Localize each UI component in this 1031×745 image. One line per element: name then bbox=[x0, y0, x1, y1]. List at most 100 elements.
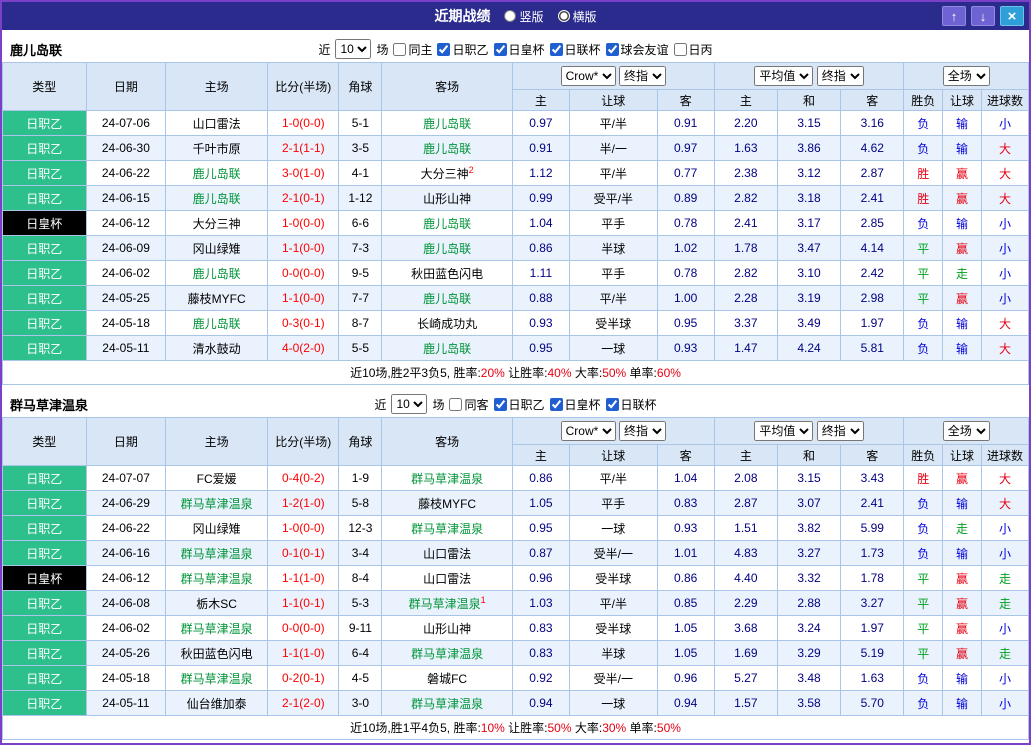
league-checkbox-input[interactable] bbox=[673, 42, 687, 56]
euro-away-odds-cell: 2.98 bbox=[840, 285, 905, 311]
asian-home-odds-cell: 0.92 bbox=[511, 665, 570, 691]
same-venue-checkbox[interactable]: 同主 bbox=[393, 41, 432, 58]
games-label: 场 bbox=[376, 42, 389, 57]
handicap-result-cell: 输 bbox=[942, 540, 982, 566]
league-checkbox-日职乙[interactable]: 日职乙 bbox=[437, 41, 489, 58]
horizontal-radio-input[interactable] bbox=[557, 10, 570, 22]
move-up-button[interactable]: ↑ bbox=[942, 6, 966, 26]
euro-away-odds-cell: 5.81 bbox=[840, 335, 905, 361]
league-checkbox-input[interactable] bbox=[437, 42, 451, 56]
subcol-euro-away: 客 bbox=[840, 444, 905, 466]
team-label: 鹿儿岛联 bbox=[192, 191, 241, 206]
vertical-radio-input[interactable] bbox=[504, 10, 517, 22]
layout-vertical-radio[interactable]: 竖版 bbox=[504, 8, 544, 25]
same-venue-checkbox-input[interactable] bbox=[393, 42, 407, 56]
subcol-euro-draw: 和 bbox=[776, 444, 842, 466]
home-team-cell: 群马草津温泉 bbox=[165, 615, 269, 641]
asian-odds-group: Crow* 终指 bbox=[511, 62, 715, 90]
euro-away-odds-cell: 2.41 bbox=[840, 490, 905, 516]
horizontal-radio-label: 横版 bbox=[572, 9, 597, 24]
league-checkbox-input[interactable] bbox=[493, 397, 507, 411]
date-cell: 24-06-29 bbox=[85, 490, 167, 516]
league-checkbox-日皇杯[interactable]: 日皇杯 bbox=[493, 41, 545, 58]
match-scope-select[interactable]: 全场 bbox=[942, 421, 990, 441]
subcol-euro-home: 主 bbox=[713, 89, 778, 111]
away-team-cell: 秋田蓝色闪电 bbox=[381, 260, 513, 286]
result-cell: 负 bbox=[903, 515, 944, 541]
asian-away-odds-cell: 0.93 bbox=[656, 335, 715, 361]
euro-odds-stage-select[interactable]: 终指 bbox=[816, 66, 864, 86]
score-cell: 1-1(0-1) bbox=[267, 590, 340, 616]
euro-draw-odds-cell: 2.88 bbox=[776, 590, 842, 616]
goals-cell: 小 bbox=[980, 690, 1029, 716]
euro-odds-group: 平均值 终指 bbox=[713, 62, 905, 90]
same-venue-checkbox[interactable]: 同客 bbox=[449, 396, 489, 413]
handicap-result-cell: 输 bbox=[942, 665, 982, 691]
home-team-cell: 冈山绿雉 bbox=[165, 235, 269, 261]
euro-away-odds-cell: 3.27 bbox=[840, 590, 905, 616]
euro-away-odds-cell: 5.19 bbox=[840, 640, 905, 666]
match-count-select[interactable]: 10 bbox=[391, 394, 428, 414]
recent-results-window: 近期战绩 竖版 横版 ↑ ↓ × 鹿儿岛联 近 10 场 同主 日职乙 日皇杯 … bbox=[0, 0, 1031, 745]
away-team-cell: 山口雷法 bbox=[381, 540, 513, 566]
subcol-asian-home: 主 bbox=[511, 444, 570, 466]
league-cell: 日职乙 bbox=[2, 160, 87, 186]
league-cell: 日职乙 bbox=[2, 185, 87, 211]
date-cell: 24-06-09 bbox=[85, 235, 167, 261]
handicap-cell: 受半/一 bbox=[568, 665, 658, 691]
handicap-cell: 平手 bbox=[568, 260, 658, 286]
close-button[interactable]: × bbox=[1000, 6, 1024, 26]
euro-home-odds-cell: 1.57 bbox=[713, 690, 778, 716]
euro-source-select[interactable]: 平均值 bbox=[754, 421, 814, 441]
league-checkbox-input[interactable] bbox=[549, 397, 563, 411]
result-scope-group: 全场 bbox=[903, 62, 1029, 90]
window-title: 近期战绩 bbox=[434, 8, 491, 24]
home-team-cell: 清水鼓动 bbox=[165, 335, 269, 361]
subcol-handicap-result: 让球 bbox=[942, 444, 982, 466]
layout-horizontal-radio[interactable]: 横版 bbox=[557, 8, 597, 25]
bookmaker-select[interactable]: Crow* bbox=[560, 66, 616, 86]
home-team-cell: 藤枝MYFC bbox=[165, 285, 269, 311]
euro-draw-odds-cell: 3.19 bbox=[776, 285, 842, 311]
bookmaker-select[interactable]: Crow* bbox=[560, 421, 616, 441]
match-row: 日职乙 24-06-22 冈山绿雉 1-0(0-0) 12-3 群马草津温泉 0.95 一球 0… bbox=[2, 515, 1029, 541]
home-team-cell: 鹿儿岛联 bbox=[165, 260, 269, 286]
away-team-cell: 群马草津温泉 bbox=[381, 465, 513, 491]
league-checkbox-input[interactable] bbox=[493, 42, 507, 56]
league-checkbox-日皇杯[interactable]: 日皇杯 bbox=[549, 396, 601, 413]
league-checkbox-input[interactable] bbox=[605, 397, 619, 411]
score-cell: 0-0(0-0) bbox=[267, 260, 340, 286]
score-cell: 0-1(0-1) bbox=[267, 540, 340, 566]
handicap-cell: 受平/半 bbox=[568, 185, 658, 211]
score-cell: 1-0(0-0) bbox=[267, 210, 340, 236]
league-checkbox-input[interactable] bbox=[549, 42, 563, 56]
league-checkbox-球会友谊[interactable]: 球会友谊 bbox=[605, 41, 669, 58]
away-team-cell: 山形山神 bbox=[381, 185, 513, 211]
asian-odds-stage-select[interactable]: 终指 bbox=[618, 421, 666, 441]
league-checkbox-日职乙[interactable]: 日职乙 bbox=[493, 396, 545, 413]
away-team-cell: 鹿儿岛联 bbox=[381, 235, 513, 261]
move-down-button[interactable]: ↓ bbox=[971, 6, 995, 26]
away-team-cell: 群马草津温泉1 bbox=[381, 590, 513, 616]
league-checkbox-日联杯[interactable]: 日联杯 bbox=[549, 41, 601, 58]
asian-home-odds-cell: 0.88 bbox=[511, 285, 570, 311]
corner-cell: 1-12 bbox=[338, 185, 383, 211]
euro-odds-stage-select[interactable]: 终指 bbox=[816, 421, 864, 441]
corner-cell: 9-5 bbox=[338, 260, 383, 286]
euro-home-odds-cell: 2.28 bbox=[713, 285, 778, 311]
match-count-select[interactable]: 10 bbox=[335, 39, 372, 59]
match-scope-select[interactable]: 全场 bbox=[942, 66, 990, 86]
euro-away-odds-cell: 1.97 bbox=[840, 615, 905, 641]
league-checkbox-input[interactable] bbox=[605, 42, 619, 56]
same-venue-checkbox-input[interactable] bbox=[449, 397, 463, 411]
euro-away-odds-cell: 3.43 bbox=[840, 465, 905, 491]
euro-away-odds-cell: 1.73 bbox=[840, 540, 905, 566]
match-rows: 日职乙 24-07-07 FC爱媛 0-4(0-2) 1-9 群马草津温泉 0.86 平/半 1… bbox=[2, 465, 1029, 716]
asian-odds-stage-select[interactable]: 终指 bbox=[618, 66, 666, 86]
league-checkbox-日联杯[interactable]: 日联杯 bbox=[605, 396, 657, 413]
euro-source-select[interactable]: 平均值 bbox=[754, 66, 814, 86]
league-cell: 日职乙 bbox=[2, 640, 87, 666]
handicap-result-cell: 输 bbox=[942, 135, 982, 161]
summary-stat-value: 50% bbox=[547, 721, 572, 735]
league-checkbox-日丙[interactable]: 日丙 bbox=[673, 41, 713, 58]
